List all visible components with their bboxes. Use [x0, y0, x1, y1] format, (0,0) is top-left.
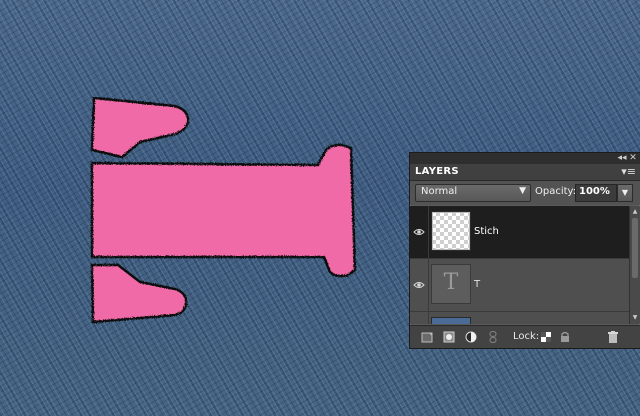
- layer-row-t[interactable]: T T: [410, 259, 629, 312]
- layer-list-scrollbar[interactable]: ▲ ▼: [629, 206, 640, 324]
- panel-tab-bar: LAYERS ▾≡: [410, 164, 640, 181]
- layers-panel: ◂◂ ✕ LAYERS ▾≡ Normal ▼ Opacity: 100% ▼ …: [409, 152, 640, 349]
- scrollbar-thumb[interactable]: [632, 218, 638, 278]
- lock-label: Lock:: [513, 331, 540, 342]
- layers-toolbar: Lock:: [410, 325, 640, 348]
- visibility-column: [410, 259, 429, 311]
- pink-letter-t: [90, 96, 357, 324]
- type-layer-thumbnail: T: [431, 264, 471, 304]
- new-layer-icon[interactable]: [420, 330, 434, 344]
- blend-mode-value: Normal: [421, 186, 458, 197]
- trash-icon[interactable]: [606, 330, 620, 344]
- opacity-input[interactable]: 100%: [575, 184, 617, 202]
- layer-name[interactable]: T: [474, 279, 480, 290]
- opacity-value: 100%: [579, 186, 610, 197]
- layer-list: Stich T T: [410, 206, 629, 324]
- link-layers-icon[interactable]: [486, 330, 500, 344]
- lock-all-icon[interactable]: [558, 330, 572, 344]
- scroll-down-icon[interactable]: ▼: [630, 313, 640, 323]
- opacity-label: Opacity:: [535, 186, 577, 197]
- panel-menu-icon[interactable]: ▾≡: [621, 165, 636, 178]
- scroll-up-icon[interactable]: ▲: [630, 207, 640, 217]
- panel-title[interactable]: LAYERS: [415, 166, 459, 177]
- letter-top-arm: [90, 96, 190, 159]
- chevron-down-icon: ▼: [519, 186, 526, 196]
- blend-mode-dropdown[interactable]: Normal ▼: [415, 184, 531, 202]
- layer-thumbnail-transparent: [431, 211, 471, 251]
- opacity-dropdown-button[interactable]: ▼: [617, 184, 633, 202]
- visibility-column: [410, 206, 429, 258]
- visibility-column: [410, 312, 429, 324]
- letter-middle-bar: [90, 143, 357, 278]
- adjustment-layer-icon[interactable]: [464, 330, 478, 344]
- blend-options-row: Normal ▼ Opacity: 100% ▼: [410, 181, 640, 205]
- letter-bottom-arm: [90, 263, 188, 324]
- double-chevron-icon[interactable]: ◂◂: [617, 153, 627, 164]
- eye-icon[interactable]: [413, 279, 425, 291]
- lock-transparent-pixels-icon[interactable]: [539, 330, 553, 344]
- type-t-icon: T: [443, 270, 459, 295]
- close-icon[interactable]: ✕: [628, 153, 638, 164]
- layer-row-background[interactable]: [410, 312, 629, 324]
- layer-thumbnail-denim: [431, 317, 471, 324]
- layer-row-stich[interactable]: Stich: [410, 206, 629, 259]
- layer-mask-icon[interactable]: [442, 330, 456, 344]
- eye-icon[interactable]: [413, 226, 425, 238]
- layer-name[interactable]: Stich: [474, 226, 499, 237]
- panel-top-strip: ◂◂ ✕: [410, 153, 640, 164]
